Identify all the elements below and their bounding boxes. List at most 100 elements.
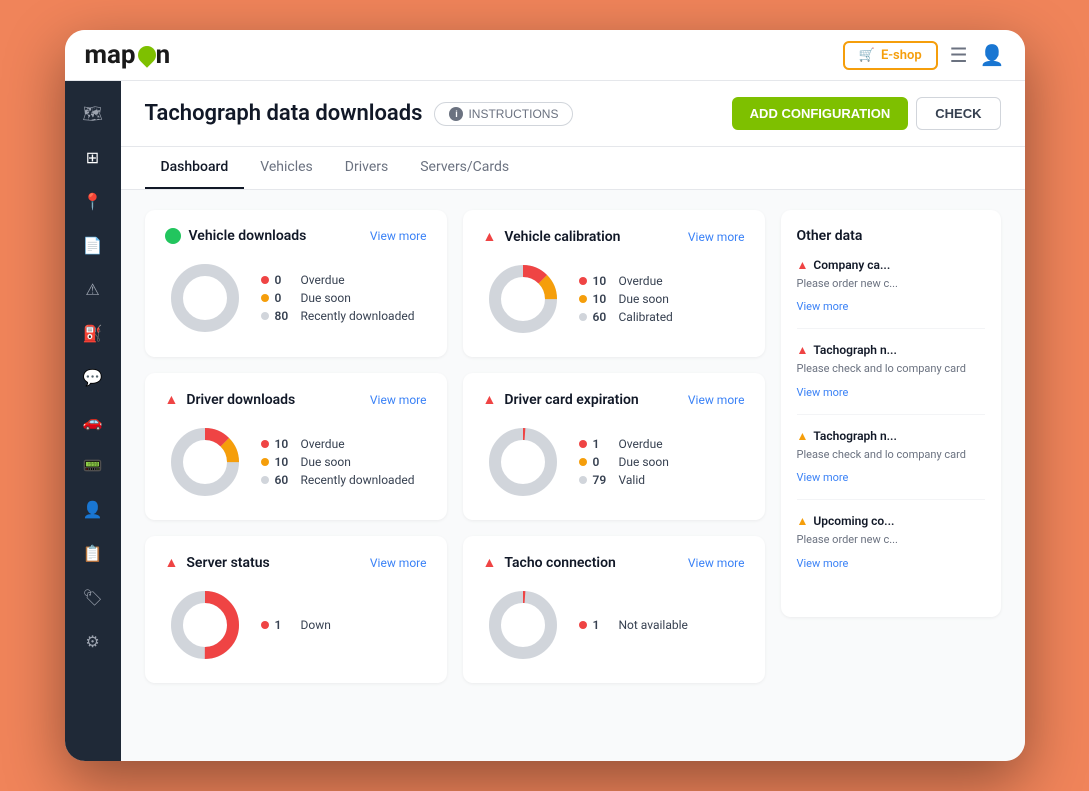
tacho-stats: 1 Not available: [579, 618, 745, 632]
gray-dot-icon: [261, 312, 269, 320]
calib-overdue-label: Overdue: [619, 274, 663, 288]
sidebar-item-alerts[interactable]: ⚠: [73, 269, 113, 309]
tacho-connection-card: ▲ Tacho connection View more: [463, 536, 765, 683]
server-status-content: 1 Down: [165, 585, 427, 665]
overdue-label: Overdue: [301, 273, 345, 287]
due-soon-count: 0: [275, 291, 295, 305]
sidebar-item-chat[interactable]: 💬: [73, 357, 113, 397]
tab-drivers[interactable]: Drivers: [329, 147, 404, 189]
vehicle-downloads-view-more[interactable]: View more: [370, 229, 427, 243]
cart-icon: 🛒: [859, 48, 875, 63]
red-dot-icon: [579, 621, 587, 629]
sidebar-item-settings[interactable]: ⚙: [73, 621, 113, 661]
dd-recent: 60 Recently downloaded: [261, 473, 427, 487]
stat-due-soon: 0 Due soon: [261, 291, 427, 305]
ss-down-label: Down: [301, 618, 331, 632]
sidebar-item-reports[interactable]: 📋: [73, 533, 113, 573]
sidebar-item-documents[interactable]: 📄: [73, 225, 113, 265]
dd-recent-label: Recently downloaded: [301, 473, 415, 487]
alert-tacho1-title: ▲ Tachograph n...: [797, 343, 985, 357]
calib-due-soon: 10 Due soon: [579, 292, 745, 306]
tacho-unavail-count: 1: [593, 618, 613, 632]
server-status-title: ▲ Server status: [165, 554, 270, 571]
server-status-stats: 1 Down: [261, 618, 427, 632]
tacho-connection-title: ▲ Tacho connection: [483, 554, 616, 571]
overdue-count: 0: [275, 273, 295, 287]
sidebar-item-map[interactable]: 🗺: [73, 93, 113, 133]
sidebar-item-location[interactable]: 📍: [73, 181, 113, 221]
eshop-button[interactable]: 🛒 E-shop: [843, 41, 938, 70]
menu-icon[interactable]: ☰: [950, 43, 968, 67]
tacho-connection-label: Tacho connection: [504, 555, 615, 571]
page-header: Tachograph data downloads i INSTRUCTIONS…: [121, 81, 1025, 147]
driver-downloads-content: 10 Overdue 10 Due soon: [165, 422, 427, 502]
tabs-bar: Dashboard Vehicles Drivers Servers/Cards: [121, 147, 1025, 190]
tab-servers-cards[interactable]: Servers/Cards: [404, 147, 525, 189]
warning-red-icon: ▲: [797, 258, 809, 272]
driver-card-expiration-card: ▲ Driver card expiration View more: [463, 373, 765, 520]
tacho-unavail: 1 Not available: [579, 618, 745, 632]
vehicle-downloads-header: Vehicle downloads View more: [165, 228, 427, 244]
vehicle-calibration-card: ▲ Vehicle calibration View more: [463, 210, 765, 357]
server-status-header: ▲ Server status View more: [165, 554, 427, 571]
tab-vehicles[interactable]: Vehicles: [244, 147, 329, 189]
logo-suffix: n: [156, 40, 171, 70]
tab-dashboard[interactable]: Dashboard: [145, 147, 245, 189]
alert-company-link[interactable]: View more: [797, 300, 849, 313]
alert-company-label: Company ca...: [813, 258, 890, 272]
alert-tacho1-desc: Please check and lo company card: [797, 361, 985, 376]
driver-downloads-card: ▲ Driver downloads View more: [145, 373, 447, 520]
sidebar-item-fuel[interactable]: ⛽: [73, 313, 113, 353]
main-content: Tachograph data downloads i INSTRUCTIONS…: [121, 81, 1025, 761]
alert-tacho1-link[interactable]: View more: [797, 386, 849, 399]
instructions-label: INSTRUCTIONS: [468, 107, 558, 121]
sidebar-item-tags[interactable]: 🏷: [73, 577, 113, 617]
calib-overdue-count: 10: [593, 274, 613, 288]
calib-done: 60 Calibrated: [579, 310, 745, 324]
check-button[interactable]: CHECK: [916, 97, 1000, 130]
alert-upcoming: ▲ Upcoming co... Please order new c... V…: [797, 514, 985, 584]
driver-downloads-view-more[interactable]: View more: [370, 393, 427, 407]
driver-downloads-stats: 10 Overdue 10 Due soon: [261, 437, 427, 487]
calib-due-soon-count: 10: [593, 292, 613, 306]
recent-label: Recently downloaded: [301, 309, 415, 323]
user-account-icon[interactable]: 👤: [980, 43, 1005, 67]
instructions-button[interactable]: i INSTRUCTIONS: [434, 102, 573, 126]
alert-tacho1-label: Tachograph n...: [813, 343, 897, 357]
sidebar-item-vehicles[interactable]: 🚗: [73, 401, 113, 441]
vehicle-calibration-view-more[interactable]: View more: [688, 230, 745, 244]
sidebar-item-devices[interactable]: 📟: [73, 445, 113, 485]
dd-recent-count: 60: [275, 473, 295, 487]
vehicle-downloads-stats: 0 Overdue 0 Due soon: [261, 273, 427, 323]
alert-upcoming-link[interactable]: View more: [797, 557, 849, 570]
dd-due-soon: 10 Due soon: [261, 455, 427, 469]
driver-card-label: Driver card expiration: [504, 392, 638, 408]
tacho-unavail-label: Not available: [619, 618, 688, 632]
alert-tacho2-link[interactable]: View more: [797, 471, 849, 484]
tacho-connection-header: ▲ Tacho connection View more: [483, 554, 745, 571]
driver-downloads-donut: [165, 422, 245, 502]
vehicle-downloads-content: 0 Overdue 0 Due soon: [165, 258, 427, 338]
header-actions: ADD CONFIGURATION CHECK: [732, 97, 1001, 130]
right-panel-title: Other data: [797, 228, 985, 244]
alert-company-desc: Please order new c...: [797, 276, 985, 291]
dd-overdue-label: Overdue: [301, 437, 345, 451]
server-status-donut: [165, 585, 245, 665]
driver-card-view-more[interactable]: View more: [688, 393, 745, 407]
device-frame: map n 🛒 E-shop ☰ 👤 🗺 ⊞ 📍 📄 ⚠ ⛽ 💬 🚗 📟 👤: [65, 30, 1025, 761]
vehicle-calibration-stats: 10 Overdue 10 Due soon: [579, 274, 745, 324]
tacho-connection-content: 1 Not available: [483, 585, 745, 665]
top-bar: map n 🛒 E-shop ☰ 👤: [65, 30, 1025, 81]
calib-due-soon-label: Due soon: [619, 292, 669, 306]
yellow-dot-icon: [261, 294, 269, 302]
driver-downloads-header: ▲ Driver downloads View more: [165, 391, 427, 408]
sidebar-item-dashboard[interactable]: ⊞: [73, 137, 113, 177]
server-status-view-more[interactable]: View more: [370, 556, 427, 570]
driver-card-header: ▲ Driver card expiration View more: [483, 391, 745, 408]
sidebar-item-users[interactable]: 👤: [73, 489, 113, 529]
warning-red-icon: ▲: [797, 343, 809, 357]
red-dot-icon: [579, 277, 587, 285]
tacho-connection-view-more[interactable]: View more: [688, 556, 745, 570]
add-configuration-button[interactable]: ADD CONFIGURATION: [732, 97, 909, 130]
stat-overdue: 0 Overdue: [261, 273, 427, 287]
